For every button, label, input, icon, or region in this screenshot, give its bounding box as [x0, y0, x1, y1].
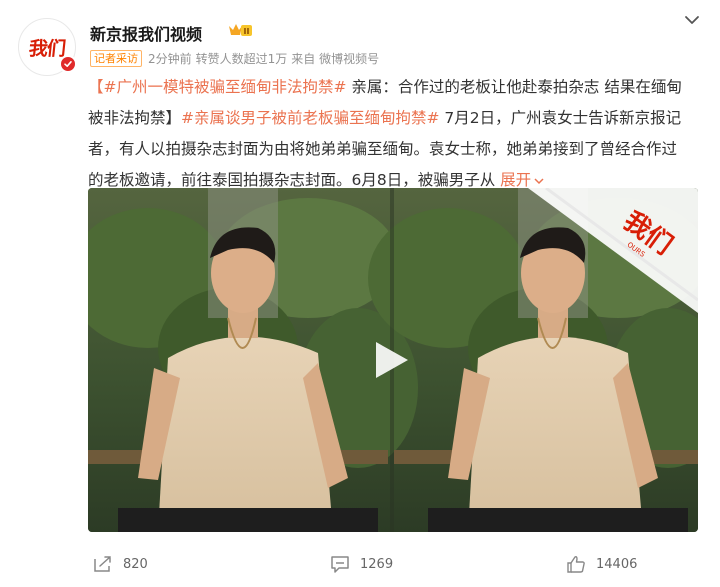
expand-button[interactable]: 展开 [500, 171, 545, 189]
post-text-4: 者，有人以拍摄杂志封面为由将她弟弟骗至缅甸。袁女士称，她弟弟接到了曾经合作过 [88, 140, 678, 158]
post-meta: 记者采访 2分钟前 转赞人数超过1万 来自 微博视频号 [90, 50, 379, 67]
like-count: 14406 [596, 556, 638, 572]
comment-icon [331, 556, 349, 573]
post-text-1: 亲属：合作过的老板让他赴泰拍杂志 结果在缅甸 [346, 78, 682, 96]
play-icon[interactable] [372, 340, 410, 380]
repost-icon [94, 556, 111, 572]
chevron-down-icon[interactable] [682, 10, 702, 30]
post-time[interactable]: 2分钟前 [148, 50, 192, 67]
action-bar: 820 1269 14406 [0, 555, 720, 577]
repost-button[interactable]: 820 [93, 555, 148, 573]
username[interactable]: 新京报我们视频 [90, 21, 202, 45]
thumbs-up-icon [567, 556, 585, 573]
post-source[interactable]: 来自 微博视频号 [291, 50, 379, 67]
avatar-logo-text: 我们 [27, 37, 66, 60]
post-text-5: 的老板邀请，前往泰国拍摄杂志封面。6月8日，被骗男子从 [88, 171, 496, 189]
vip-badge-icon[interactable]: II [228, 22, 252, 39]
verified-badge-icon [59, 55, 77, 73]
post-text-3: 7月2日，广州袁女士告诉新京报记 [439, 109, 682, 127]
topic-link-1[interactable]: 【#广州一模特被骗至缅甸非法拘禁# [88, 78, 346, 96]
post-tag[interactable]: 记者采访 [90, 50, 142, 67]
repost-info: 转赞人数超过1万 [195, 52, 288, 66]
svg-text:II: II [244, 27, 250, 36]
comment-button[interactable]: 1269 [330, 555, 393, 573]
post-text-2: 被非法拘禁】 [88, 109, 182, 127]
like-button[interactable]: 14406 [566, 555, 637, 573]
post-body: 【#广州一模特被骗至缅甸非法拘禁# 亲属：合作过的老板让他赴泰拍杂志 结果在缅甸… [88, 72, 710, 196]
topic-link-2[interactable]: #亲属谈男子被前老板骗至缅甸拘禁# [181, 109, 439, 127]
comment-count: 1269 [360, 556, 394, 572]
repost-count: 820 [123, 556, 148, 572]
